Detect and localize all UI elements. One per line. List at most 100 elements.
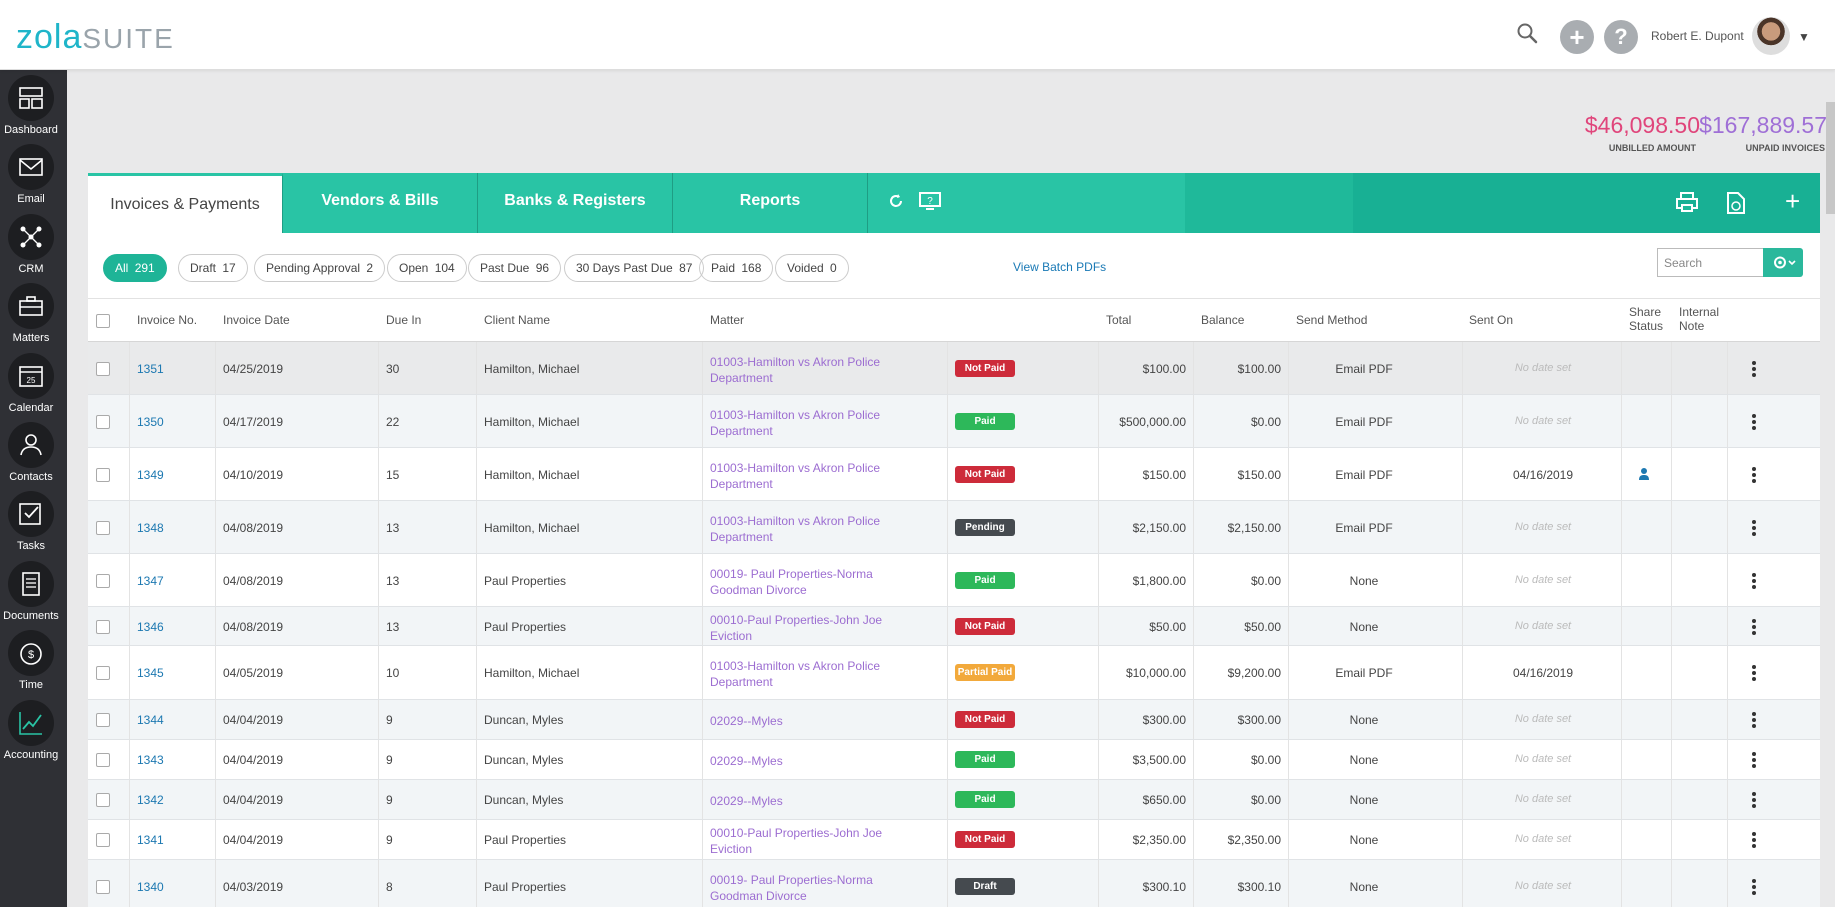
row-checkbox[interactable] xyxy=(96,713,110,727)
row-actions-icon[interactable] xyxy=(1752,878,1758,897)
table-settings-button[interactable] xyxy=(1763,248,1803,277)
tab-invoices-payments[interactable]: Invoices & Payments xyxy=(88,173,283,233)
matter-link[interactable]: 00010-Paul Properties-John Joe Eviction xyxy=(710,612,905,644)
table-row[interactable]: 1346 04/08/2019 13 Paul Properties 00010-Pau… xyxy=(88,607,1820,646)
sidebar-item-dashboard[interactable]: Dashboard xyxy=(0,74,67,143)
row-checkbox[interactable] xyxy=(96,793,110,807)
invoice-number-link[interactable]: 1342 xyxy=(137,793,164,807)
matter-link[interactable]: 01003-Hamilton vs Akron Police Departmen… xyxy=(710,513,905,545)
filter-chip-open[interactable]: Open 104 xyxy=(387,254,467,282)
sidebar-item-tasks[interactable]: Tasks xyxy=(0,490,67,559)
filter-chip-pending-approval[interactable]: Pending Approval 2 xyxy=(254,254,386,282)
chevron-down-icon[interactable]: ▼ xyxy=(1798,30,1810,44)
filter-chip-past-due[interactable]: Past Due 96 xyxy=(468,254,562,282)
app-logo[interactable]: zolaSUITE xyxy=(16,18,175,57)
sidebar-item-crm[interactable]: CRM xyxy=(0,213,67,282)
print-icon[interactable] xyxy=(1675,191,1699,218)
share-status-icon[interactable] xyxy=(1639,467,1649,483)
row-actions-icon[interactable] xyxy=(1752,519,1758,538)
matter-link[interactable]: 02029--Myles xyxy=(710,753,905,769)
filter-chip-30-days-past-due[interactable]: 30 Days Past Due 87 xyxy=(564,254,705,282)
view-batch-pdfs-link[interactable]: View Batch PDFs xyxy=(1013,260,1106,274)
row-actions-icon[interactable] xyxy=(1752,618,1758,637)
row-actions-icon[interactable] xyxy=(1752,466,1758,485)
row-checkbox[interactable] xyxy=(96,361,110,376)
invoice-number-link[interactable]: 1350 xyxy=(137,415,164,429)
refresh-icon[interactable] xyxy=(886,191,906,216)
row-actions-icon[interactable] xyxy=(1752,712,1758,730)
filter-chip-voided[interactable]: Voided 0 xyxy=(775,254,849,282)
matter-link[interactable]: 01003-Hamilton vs Akron Police Departmen… xyxy=(710,658,905,690)
invoice-number-link[interactable]: 1341 xyxy=(137,833,164,847)
sidebar-item-accounting[interactable]: Accounting xyxy=(0,699,67,768)
table-row[interactable]: 1340 04/03/2019 8 Paul Properties 00019- Pau… xyxy=(88,860,1820,907)
col-invoice-no[interactable]: Invoice No. xyxy=(137,313,197,327)
table-row[interactable]: 1350 04/17/2019 22 Hamilton, Michael 01003-H… xyxy=(88,395,1820,448)
add-invoice-icon[interactable]: + xyxy=(1785,188,1800,214)
col-due-in[interactable]: Due In xyxy=(386,313,421,327)
scrollbar-thumb[interactable] xyxy=(1826,102,1835,214)
table-row[interactable]: 1344 04/04/2019 9 Duncan, Myles 02029--Myles… xyxy=(88,700,1820,740)
row-actions-icon[interactable] xyxy=(1752,665,1758,683)
matter-link[interactable]: 01003-Hamilton vs Akron Police Departmen… xyxy=(710,460,905,492)
tab-banks-registers[interactable]: Banks & Registers xyxy=(478,173,673,233)
row-checkbox[interactable] xyxy=(96,573,110,588)
table-row[interactable]: 1345 04/05/2019 10 Hamilton, Michael 01003-H… xyxy=(88,646,1820,700)
invoice-number-link[interactable]: 1345 xyxy=(137,666,164,680)
tab-vendors-bills[interactable]: Vendors & Bills xyxy=(283,173,478,233)
row-actions-icon[interactable] xyxy=(1752,413,1758,432)
matter-link[interactable]: 00019- Paul Properties-Norma Goodman Div… xyxy=(710,566,905,598)
col-send-method[interactable]: Send Method xyxy=(1296,313,1367,327)
col-sent-on[interactable]: Sent On xyxy=(1469,313,1513,327)
row-actions-icon[interactable] xyxy=(1752,792,1758,810)
invoice-number-link[interactable]: 1344 xyxy=(137,713,164,727)
row-actions-icon[interactable] xyxy=(1752,832,1758,850)
sidebar-item-contacts[interactable]: Contacts xyxy=(0,421,67,490)
row-checkbox[interactable] xyxy=(96,833,110,847)
matter-link[interactable]: 01003-Hamilton vs Akron Police Departmen… xyxy=(710,407,905,439)
invoice-number-link[interactable]: 1351 xyxy=(137,362,164,376)
col-internal-note[interactable]: Internal Note xyxy=(1679,305,1729,333)
table-row[interactable]: 1349 04/10/2019 15 Hamilton, Michael 01003-H… xyxy=(88,448,1820,501)
col-matter[interactable]: Matter xyxy=(710,313,744,327)
col-share-status[interactable]: Share Status xyxy=(1629,305,1669,333)
sidebar-item-time[interactable]: $ Time xyxy=(0,629,67,698)
row-checkbox[interactable] xyxy=(96,666,110,680)
table-row[interactable]: 1347 04/08/2019 13 Paul Properties 00019- Pa… xyxy=(88,554,1820,607)
col-client-name[interactable]: Client Name xyxy=(484,313,550,327)
search-input[interactable] xyxy=(1657,248,1763,277)
row-actions-icon[interactable] xyxy=(1752,752,1758,770)
matter-link[interactable]: 00010-Paul Properties-John Joe Eviction xyxy=(710,825,905,857)
matter-link[interactable]: 00019- Paul Properties-Norma Goodman Div… xyxy=(710,872,905,904)
table-row[interactable]: 1348 04/08/2019 13 Hamilton, Michael 01003-H… xyxy=(88,501,1820,554)
tab-reports[interactable]: Reports xyxy=(673,173,868,233)
help-icon[interactable]: ? xyxy=(1604,20,1638,54)
user-name[interactable]: Robert E. Dupont xyxy=(1651,29,1744,43)
invoice-number-link[interactable]: 1346 xyxy=(137,620,164,634)
row-checkbox[interactable] xyxy=(96,753,110,767)
invoice-number-link[interactable]: 1348 xyxy=(137,521,164,535)
table-row[interactable]: 1343 04/04/2019 9 Duncan, Myles 02029--Myles… xyxy=(88,740,1820,780)
export-quickbooks-icon[interactable] xyxy=(1724,191,1748,220)
filter-chip-draft[interactable]: Draft 17 xyxy=(178,254,248,282)
sidebar-item-calendar[interactable]: 25 Calendar xyxy=(0,352,67,421)
invoice-number-link[interactable]: 1347 xyxy=(137,574,164,588)
sidebar-item-matters[interactable]: Matters xyxy=(0,282,67,351)
row-checkbox[interactable] xyxy=(96,520,110,535)
row-actions-icon[interactable] xyxy=(1752,572,1758,591)
invoice-number-link[interactable]: 1349 xyxy=(137,468,164,482)
search-icon[interactable] xyxy=(1516,22,1544,50)
help-screen-icon[interactable]: ? xyxy=(918,191,942,216)
col-invoice-date[interactable]: Invoice Date xyxy=(223,313,290,327)
filter-chip-all[interactable]: All 291 xyxy=(103,254,167,282)
filter-chip-paid[interactable]: Paid 168 xyxy=(699,254,774,282)
matter-link[interactable]: 02029--Myles xyxy=(710,713,905,729)
table-row[interactable]: 1341 04/04/2019 9 Paul Properties 00010-Paul… xyxy=(88,820,1820,860)
sidebar-item-email[interactable]: Email xyxy=(0,143,67,212)
table-row[interactable]: 1342 04/04/2019 9 Duncan, Myles 02029--Myles… xyxy=(88,780,1820,820)
add-icon[interactable]: + xyxy=(1560,20,1594,54)
row-checkbox[interactable] xyxy=(96,619,110,634)
invoice-number-link[interactable]: 1340 xyxy=(137,880,164,894)
col-balance[interactable]: Balance xyxy=(1201,313,1244,327)
matter-link[interactable]: 02029--Myles xyxy=(710,793,905,809)
